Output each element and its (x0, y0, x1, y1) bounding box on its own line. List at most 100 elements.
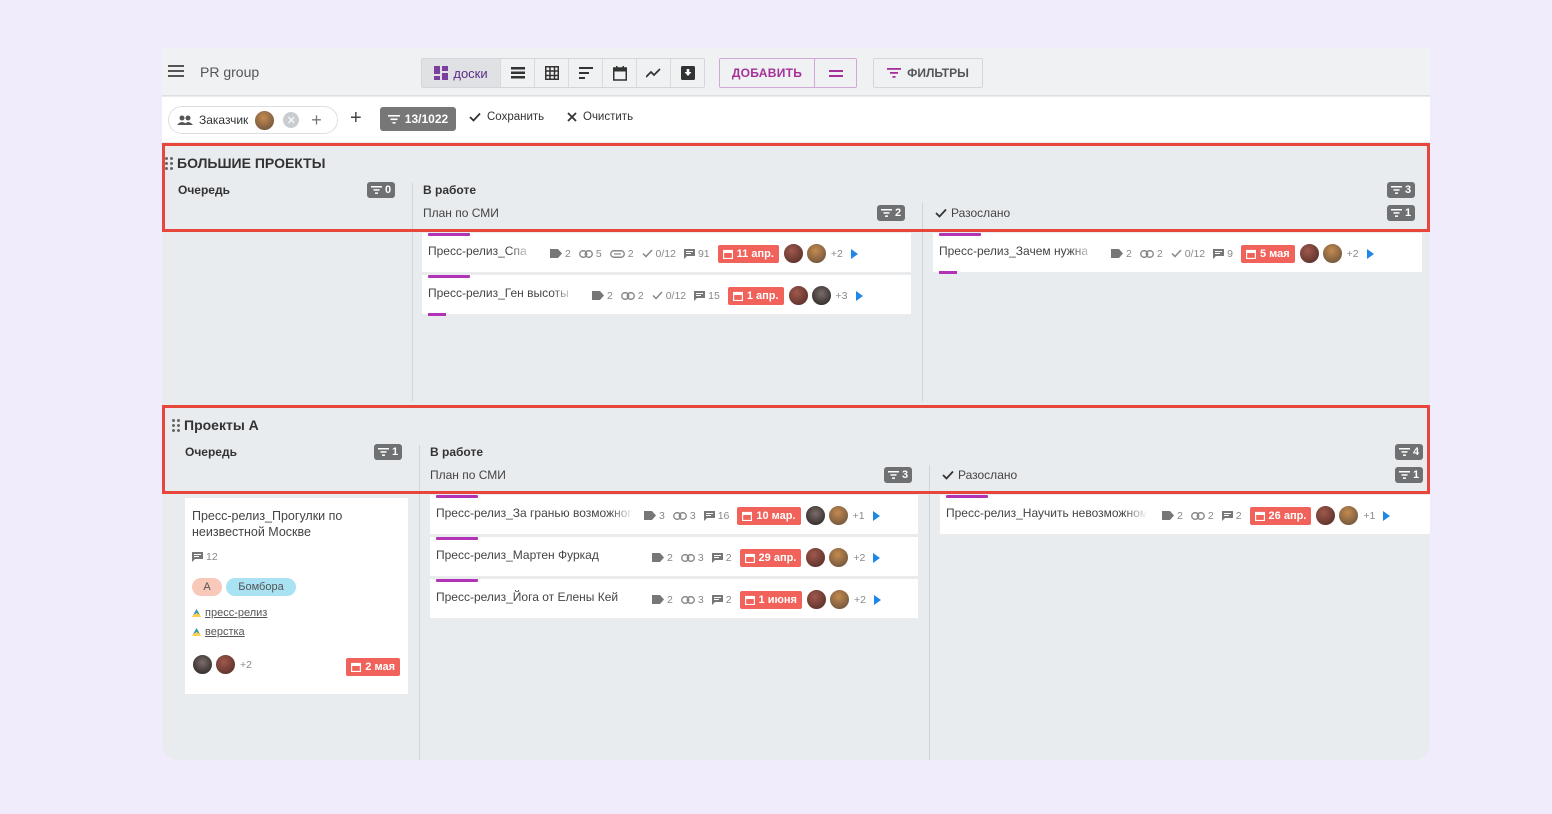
task-card[interactable]: Пресс-релиз_Йога от Елены Кей 2 3 2 1 ию… (430, 579, 918, 619)
due-date-badge[interactable]: 2 мая (346, 658, 400, 676)
play-icon[interactable] (873, 594, 881, 605)
task-meta: 2 2 0/12 15 1 апр. +3 (592, 285, 863, 306)
more-assignees[interactable]: +2 (1347, 248, 1359, 260)
due-date-badge[interactable]: 1 июня (739, 590, 802, 609)
clear-filter-button[interactable]: Очистить (567, 111, 633, 123)
more-assignees[interactable]: +1 (1363, 510, 1375, 522)
view-archive-button[interactable] (670, 59, 704, 87)
calendar-icon (744, 553, 755, 563)
menu-icon[interactable] (168, 65, 184, 77)
avatar[interactable] (782, 243, 804, 264)
clear-chip-icon[interactable]: ✕ (283, 112, 300, 128)
tags-count: 2 (652, 552, 673, 564)
avatar (254, 109, 276, 131)
more-assignees[interactable]: +2 (240, 659, 252, 671)
view-list-button[interactable] (500, 59, 534, 87)
avatar[interactable] (805, 243, 827, 264)
more-assignees[interactable]: +2 (831, 248, 843, 260)
avatar[interactable] (787, 285, 809, 306)
filter-count-badge[interactable]: 13/1022 (380, 107, 456, 131)
check-icon (652, 291, 663, 300)
avatar[interactable] (805, 547, 827, 568)
play-icon[interactable] (1366, 248, 1374, 259)
more-assignees[interactable]: +1 (853, 510, 865, 522)
play-icon[interactable] (1383, 510, 1391, 521)
meta-value: 2 (1177, 509, 1183, 522)
task-meta: 2 3 2 1 июня +2 (652, 589, 881, 610)
play-icon[interactable] (855, 290, 863, 301)
view-boards-button[interactable]: доски (422, 59, 500, 87)
avatar[interactable] (810, 285, 832, 306)
play-icon[interactable] (850, 248, 858, 259)
priority-bar (436, 537, 478, 540)
links-count: 2 (620, 290, 644, 302)
task-card-expanded[interactable]: Пресс-релиз_Прогулки по неизвестной Моск… (185, 498, 408, 694)
highlight-box (162, 143, 1430, 232)
date-value: 29 апр. (758, 551, 797, 564)
avatar[interactable] (827, 505, 849, 526)
tag-publisher[interactable]: Бомбора (226, 578, 296, 596)
task-meta: 2 2 0/12 9 5 мая +2 (1111, 243, 1374, 264)
calendar-icon (732, 291, 743, 301)
add-button[interactable]: ДОБАВИТЬ (720, 59, 814, 87)
customer-filter-chip[interactable]: Заказчик ✕ + (168, 106, 338, 134)
avatar[interactable] (215, 654, 236, 675)
play-icon[interactable] (873, 552, 881, 563)
task-card[interactable]: Пресс-релиз_За гранью возможного 3 3 16 … (430, 495, 918, 535)
doc-link[interactable]: пресс-релиз (192, 607, 267, 619)
due-date-badge[interactable]: 29 апр. (739, 548, 802, 567)
task-title: Пресс-релиз_Прогулки по неизвестной Моск… (192, 509, 343, 539)
more-assignees[interactable]: +2 (854, 594, 866, 606)
avatar[interactable] (192, 654, 213, 675)
tag-a[interactable]: А (192, 578, 222, 596)
comments-count: 2 (1221, 510, 1242, 522)
more-assignees[interactable]: +3 (836, 290, 848, 302)
avatar[interactable] (828, 547, 850, 568)
avatar[interactable] (804, 505, 826, 526)
due-date-badge[interactable]: 10 мар. (737, 506, 801, 525)
view-calendar-button[interactable] (602, 59, 636, 87)
avatar[interactable] (1321, 243, 1343, 264)
task-card[interactable]: Пресс-релиз_Спа 2 5 2 0/12 91 11 апр. +2 (422, 233, 911, 273)
tag-icon (1162, 511, 1174, 520)
tags-count: 2 (592, 290, 613, 302)
meta-value: 2 (627, 247, 634, 260)
calendar-icon (722, 249, 733, 259)
avatar[interactable] (1298, 243, 1320, 264)
doc-link[interactable]: верстка (192, 626, 245, 638)
filters-button[interactable]: ФИЛЬТРЫ (873, 58, 983, 88)
task-card[interactable]: Пресс-релиз_Научить невозможному 2 2 2 2… (940, 495, 1430, 535)
view-table-button[interactable] (534, 59, 568, 87)
avatar[interactable] (805, 589, 827, 610)
avatar[interactable] (1338, 505, 1360, 526)
title-fade (1071, 241, 1095, 261)
due-date-badge[interactable]: 5 мая (1240, 244, 1295, 263)
save-filter-button[interactable]: Сохранить (469, 111, 544, 123)
people-icon (177, 115, 193, 125)
tag-icon (652, 553, 664, 562)
comments-count: 12 (192, 551, 218, 563)
comment-icon (694, 290, 706, 301)
due-date-badge[interactable]: 26 апр. (1249, 506, 1312, 525)
due-date-badge[interactable]: 1 апр. (727, 286, 784, 305)
avatar[interactable] (828, 589, 850, 610)
column-divider (922, 203, 923, 401)
task-card[interactable]: Пресс-релиз_Ген высоты 2 2 0/12 15 1 апр… (422, 275, 911, 316)
add-menu-button[interactable] (814, 59, 856, 87)
google-drive-icon (192, 609, 201, 617)
more-assignees[interactable]: +2 (853, 552, 865, 564)
assignees: +2 (192, 654, 260, 675)
task-card[interactable]: Пресс-релиз_Мартен Фуркад 2 3 2 29 апр. … (430, 537, 918, 577)
link-icon (1139, 249, 1154, 258)
avatar[interactable] (1315, 505, 1337, 526)
view-chart-button[interactable] (636, 59, 670, 87)
add-to-chip-icon[interactable]: + (311, 110, 322, 131)
view-gantt-button[interactable] (568, 59, 602, 87)
add-filter-icon[interactable]: + (350, 107, 362, 130)
links-count: 2 (1190, 510, 1214, 522)
due-date-badge[interactable]: 11 апр. (717, 244, 779, 263)
task-card[interactable]: Пресс-релиз_Зачем нужна 2 2 0/12 9 5 мая… (933, 233, 1422, 274)
task-meta: 2 5 2 0/12 91 11 апр. +2 (550, 243, 858, 264)
add-button-group: ДОБАВИТЬ (719, 58, 857, 88)
play-icon[interactable] (872, 510, 880, 521)
